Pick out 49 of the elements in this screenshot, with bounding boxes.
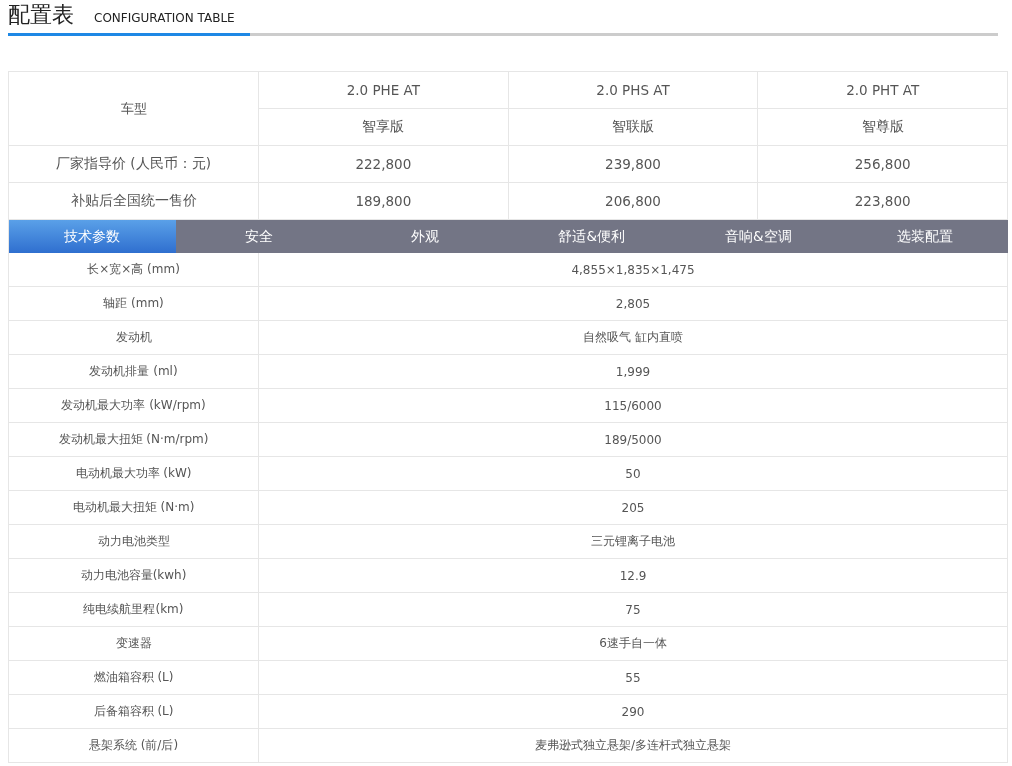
table-cell: 车型 xyxy=(9,72,259,146)
table-cell: 12.9 xyxy=(259,559,1008,593)
table-cell: 55 xyxy=(259,661,1008,695)
table-cell: 发动机 xyxy=(9,321,259,355)
table-cell: 发动机排量 (ml) xyxy=(9,355,259,389)
table-cell: 6速手自一体 xyxy=(259,627,1008,661)
table-cell: 发动机最大功率 (kW/rpm) xyxy=(9,389,259,423)
table-cell: 动力电池类型 xyxy=(9,525,259,559)
tab[interactable]: 技术参数 xyxy=(9,220,176,253)
table-cell: 三元锂离子电池 xyxy=(259,525,1008,559)
tab[interactable]: 选装配置 xyxy=(841,220,1008,253)
table-cell: 燃油箱容积 (L) xyxy=(9,661,259,695)
tab[interactable]: 外观 xyxy=(342,220,509,253)
table-cell: 悬架系统 (前/后) xyxy=(9,729,259,763)
table-cell: 115/6000 xyxy=(259,389,1008,423)
table-cell: 222,800 xyxy=(259,146,509,183)
table-cell: 纯电续航里程(km) xyxy=(9,593,259,627)
table-cell: 电动机最大扭矩 (N·m) xyxy=(9,491,259,525)
table-cell: 189/5000 xyxy=(259,423,1008,457)
tab[interactable]: 舒适&便利 xyxy=(508,220,675,253)
table-cell: 2.0 PHE AT xyxy=(259,72,509,109)
table-cell: 电动机最大功率 (kW) xyxy=(9,457,259,491)
table-cell: 2.0 PHS AT xyxy=(508,72,759,109)
table-cell: 239,800 xyxy=(508,146,759,183)
table-cell: 4,855×1,835×1,475 xyxy=(259,253,1008,287)
table-cell: 1,999 xyxy=(259,355,1008,389)
table-cell: 厂家指导价 (人民币：元) xyxy=(9,146,259,183)
table-cell: 智联版 xyxy=(508,109,759,146)
table-cell: 50 xyxy=(259,457,1008,491)
page-title: 配置表 xyxy=(8,1,74,29)
table-cell: 变速器 xyxy=(9,627,259,661)
table-cell: 麦弗逊式独立悬架/多连杆式独立悬架 xyxy=(259,729,1008,763)
page-subtitle: CONFIGURATION TABLE xyxy=(94,11,235,25)
tab[interactable]: 安全 xyxy=(175,220,342,253)
table-cell: 2,805 xyxy=(259,287,1008,321)
table-cell: 长×宽×高 (mm) xyxy=(9,253,259,287)
table-cell: 205 xyxy=(259,491,1008,525)
table-cell: 智尊版 xyxy=(758,109,1008,146)
table-cell: 290 xyxy=(259,695,1008,729)
table-cell: 自然吸气 缸内直喷 xyxy=(259,321,1008,355)
table-cell: 发动机最大扭矩 (N·m/rpm) xyxy=(9,423,259,457)
table-cell: 2.0 PHT AT xyxy=(758,72,1008,109)
tab[interactable]: 音响&空调 xyxy=(675,220,842,253)
table-cell: 256,800 xyxy=(758,146,1008,183)
table-cell: 后备箱容积 (L) xyxy=(9,695,259,729)
table-cell: 动力电池容量(kwh) xyxy=(9,559,259,593)
table-cell: 智享版 xyxy=(259,109,509,146)
table-cell: 轴距 (mm) xyxy=(9,287,259,321)
table-cell: 75 xyxy=(259,593,1008,627)
